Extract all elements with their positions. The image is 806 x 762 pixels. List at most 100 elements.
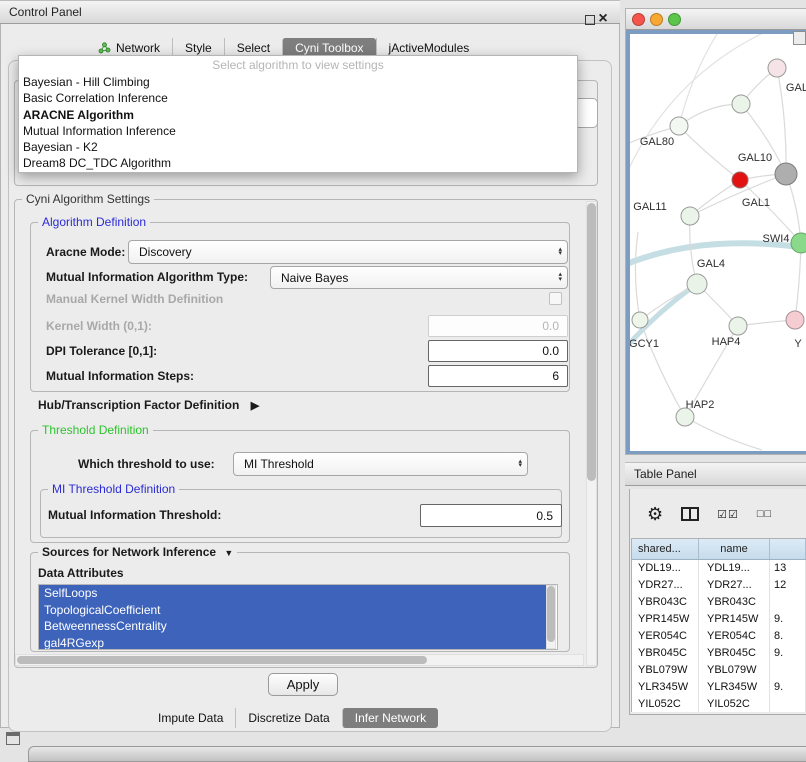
settings-vertical-scrollbar-thumb[interactable] [587, 203, 596, 481]
algorithm-option-dream8-dc-tdc-algorithm[interactable]: Dream8 DC_TDC Algorithm [19, 155, 577, 171]
network-node[interactable] [632, 312, 648, 328]
algorithm-option-bayesian-k2[interactable]: Bayesian - K2 [19, 139, 577, 155]
sources-title: Sources for Network Inference [42, 545, 216, 559]
column-header[interactable]: shared... [632, 539, 699, 559]
table-row[interactable]: YBR043CYBR043C [632, 594, 806, 611]
hub-section-label: Hub/Transcription Factor Definition [38, 398, 239, 412]
table-row[interactable]: YIL052CYIL052C [632, 696, 806, 712]
table-cell: YBR043C [632, 594, 699, 611]
network-edge[interactable] [795, 243, 801, 320]
table-row[interactable]: YBR045CYBR045C9. [632, 645, 806, 662]
mi-type-label: Mutual Information Algorithm Type: [46, 266, 248, 289]
threshold-title: Threshold Definition [38, 423, 153, 437]
table-cell: 9. [770, 611, 806, 628]
network-edge[interactable] [685, 417, 762, 450]
bottom-tab-discretize-data[interactable]: Discretize Data [235, 708, 341, 728]
algorithm-option-mutual-information-inference[interactable]: Mutual Information Inference [19, 123, 577, 139]
gear-icon[interactable]: ⚙ [647, 504, 663, 525]
table-cell: YIL052C [699, 696, 770, 712]
zoom-window-icon[interactable] [668, 13, 681, 26]
bottom-tab-impute-data[interactable]: Impute Data [146, 708, 235, 728]
network-canvas[interactable]: GAL7GAL80GAL10GAL1GAL11SWI4GAL4GCY1HAP4Y… [630, 34, 806, 451]
mi-threshold-field[interactable]: 0.5 [420, 504, 562, 527]
minimize-window-icon[interactable] [650, 13, 663, 26]
network-node[interactable] [670, 117, 688, 135]
restore-panel-icon[interactable] [6, 732, 20, 745]
algorithm-option-bayesian-hill-climbing[interactable]: Bayesian - Hill Climbing [19, 74, 577, 90]
aracne-mode-combobox[interactable]: Discovery ▴▾ [128, 240, 568, 264]
network-edge[interactable] [679, 34, 722, 126]
attribute-item-topologicalcoefficient[interactable]: TopologicalCoefficient [39, 602, 552, 619]
kernel-width-label: Kernel Width (0,1): [46, 315, 152, 337]
sources-toggle[interactable]: Sources for Network Inference ▼ [38, 545, 237, 560]
tab-label: Select [237, 41, 270, 55]
network-node[interactable] [687, 274, 707, 294]
network-node[interactable] [729, 317, 747, 335]
table-cell: 12 [770, 577, 806, 594]
dpi-tolerance-label: DPI Tolerance [0,1]: [46, 340, 157, 362]
table-cell: YBR043C [699, 594, 770, 611]
table-row[interactable]: YLR345WYLR345W9. [632, 679, 806, 696]
collapse-down-icon[interactable]: ▼ [224, 548, 233, 558]
algorithm-dropdown-placeholder: Select algorithm to view settings [19, 57, 577, 74]
network-edge[interactable] [640, 320, 685, 417]
column-header[interactable]: name [699, 539, 770, 559]
algorithm-option-basic-correlation-inference[interactable]: Basic Correlation Inference [19, 90, 577, 106]
attribute-item-gal4rgexp[interactable]: gal4RGexp [39, 635, 552, 651]
mi-type-combobox[interactable]: Naive Bayes ▴▾ [270, 266, 568, 289]
expand-right-icon[interactable]: ▶ [251, 400, 259, 412]
tab-label: jActiveModules [389, 41, 470, 55]
network-edge[interactable] [679, 104, 741, 126]
table-cell: YBL079W [632, 662, 699, 679]
float-panel-icon[interactable] [585, 15, 595, 25]
combo-stepper-icon: ▴▾ [558, 248, 567, 257]
aracne-mode-label: Aracne Mode: [46, 240, 125, 264]
table-row[interactable]: YBL079WYBL079W [632, 662, 806, 679]
table-row[interactable]: YDR27...YDR27...12 [632, 577, 806, 594]
network-node[interactable] [786, 311, 804, 329]
table-panel-titlebar[interactable]: Table Panel [625, 462, 806, 486]
clear-checkboxes-icon[interactable]: □□ [757, 508, 772, 520]
close-panel-icon[interactable]: × [596, 9, 610, 29]
network-node[interactable] [768, 59, 786, 77]
close-window-icon[interactable] [632, 13, 645, 26]
network-node[interactable] [775, 163, 797, 185]
network-edge[interactable] [679, 126, 740, 180]
node-label: SWI4 [763, 233, 790, 245]
network-node[interactable] [791, 233, 806, 253]
control-panel-titlebar[interactable]: Control Panel [0, 0, 620, 24]
which-threshold-combobox[interactable]: MI Threshold ▴▾ [233, 452, 528, 476]
columns-icon[interactable] [681, 507, 699, 521]
mi-steps-field[interactable]: 6 [428, 365, 568, 387]
table-panel-title: Table Panel [625, 467, 697, 481]
settings-horizontal-scrollbar-thumb[interactable] [17, 656, 427, 664]
network-edge[interactable] [635, 232, 640, 320]
collapsed-bottom-panel[interactable] [28, 746, 806, 762]
network-node[interactable] [732, 172, 748, 188]
table-panel-toolbar: ⚙ ☑☑ □□ [633, 494, 806, 534]
network-node[interactable] [681, 207, 699, 225]
combo-stepper-icon: ▴▾ [518, 460, 527, 469]
select-all-checkboxes-icon[interactable]: ☑☑ [717, 508, 739, 521]
table-cell: YBR045C [632, 645, 699, 662]
column-header[interactable] [770, 539, 806, 559]
table-cell: YER054C [632, 628, 699, 645]
dpi-tolerance-field[interactable]: 0.0 [428, 340, 568, 362]
table-cell: 8. [770, 628, 806, 645]
table-row[interactable]: YER054CYER054C8. [632, 628, 806, 645]
algorithm-option-aracne-algorithm[interactable]: ARACNE Algorithm [19, 107, 577, 123]
table-cell: 9. [770, 679, 806, 696]
bottom-tab-infer-network[interactable]: Infer Network [342, 708, 438, 728]
attribute-item-selfloops[interactable]: SelfLoops [39, 585, 552, 602]
data-attributes-list[interactable]: SelfLoopsTopologicalCoefficientBetweenne… [38, 584, 558, 650]
table-row[interactable]: YDL19...YDL19...13 [632, 560, 806, 577]
node-label: GCY1 [630, 338, 659, 350]
apply-button[interactable]: Apply [268, 673, 338, 696]
network-node[interactable] [732, 95, 750, 113]
birdseye-toggle-icon[interactable] [793, 31, 806, 45]
table-row[interactable]: YPR145WYPR145W9. [632, 611, 806, 628]
attributes-scrollbar-thumb[interactable] [547, 586, 555, 642]
hub-section-toggle[interactable]: Hub/Transcription Factor Definition ▶ [38, 396, 259, 415]
control-panel-title: Control Panel [0, 5, 82, 19]
attribute-item-betweennesscentrality[interactable]: BetweennessCentrality [39, 618, 552, 635]
